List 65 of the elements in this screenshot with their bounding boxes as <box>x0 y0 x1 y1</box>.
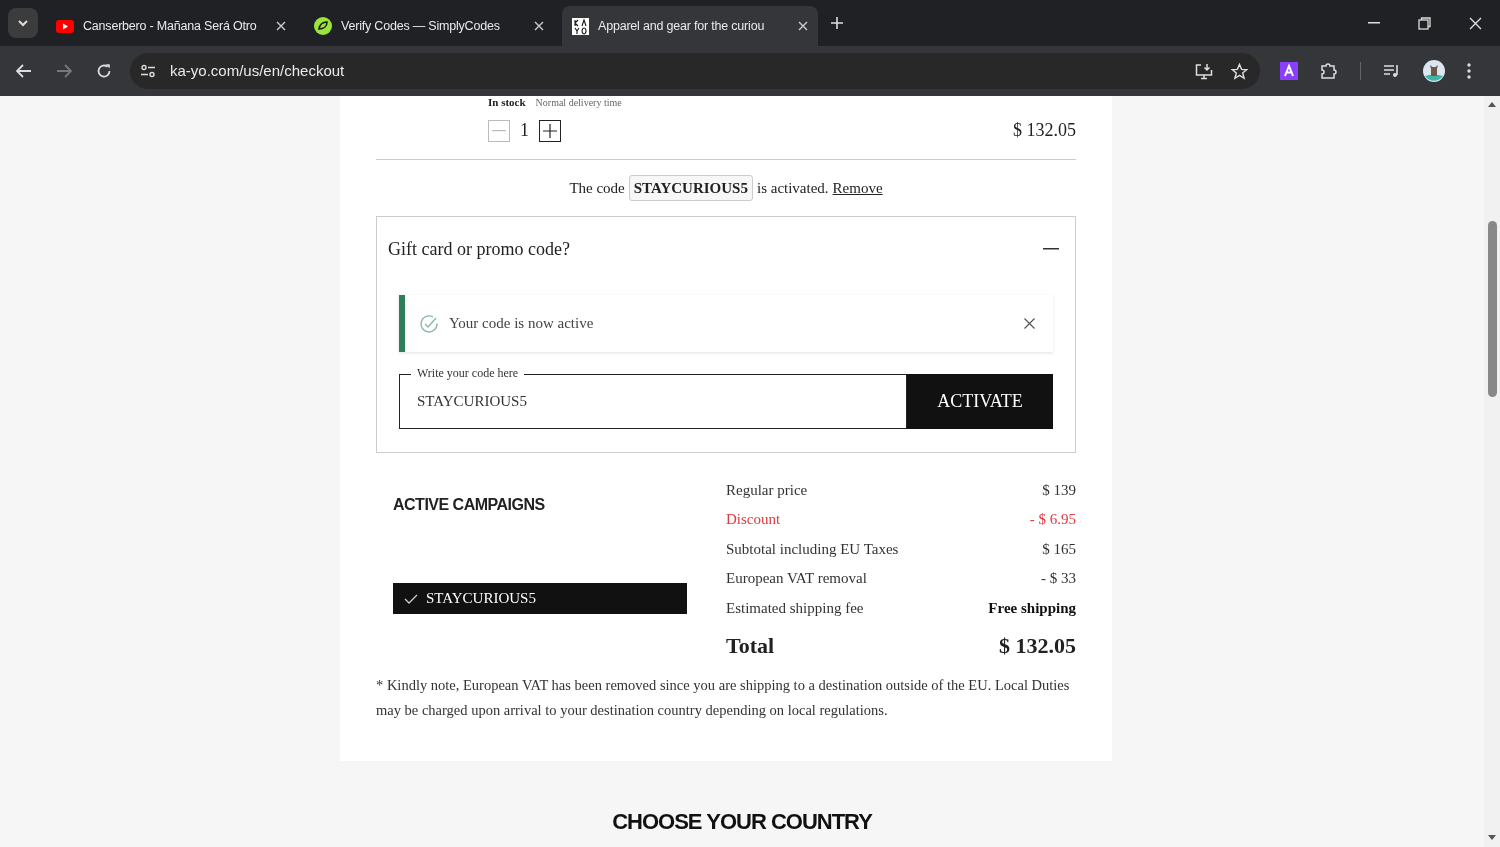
scroll-up-icon[interactable] <box>1488 101 1496 107</box>
section-heading: CHOOSE YOUR COUNTRY <box>612 807 872 836</box>
plus-icon <box>543 123 557 138</box>
video-icon <box>56 19 74 33</box>
promo-title[interactable]: Gift card or promo code? <box>388 235 570 263</box>
summary-value: Free shipping <box>988 598 1076 618</box>
quantity-value: 1 <box>520 119 529 142</box>
new-tab-icon[interactable] <box>830 16 844 30</box>
site-settings-icon[interactable] <box>140 64 156 78</box>
extension-icon[interactable] <box>1280 62 1298 80</box>
summary-label: European VAT removal <box>726 569 867 588</box>
minimize-icon[interactable] <box>1368 22 1380 24</box>
more-icon[interactable] <box>1467 63 1471 79</box>
minus-icon <box>492 129 506 132</box>
summary-value: - $ 33 <box>1041 569 1076 588</box>
summary-label: Estimated shipping fee <box>726 598 864 618</box>
puzzle-icon[interactable] <box>1320 62 1338 80</box>
increase-button[interactable] <box>539 119 561 142</box>
media-icon[interactable] <box>1383 64 1401 78</box>
campaign-code: STAYCURIOUS5 <box>426 589 536 609</box>
scrollbar-thumb[interactable] <box>1487 221 1497 397</box>
summary-value: $ 139 <box>1042 480 1076 500</box>
chevron-down-icon <box>17 19 29 27</box>
tab-title: Apparel and gear for the curiou <box>598 17 765 35</box>
scroll-down-icon[interactable] <box>1488 835 1496 841</box>
summary-value: $ 165 <box>1042 539 1076 559</box>
code-badge: STAYCURIOUS5 <box>628 174 753 202</box>
total-value: $ 132.05 <box>999 632 1076 660</box>
delivery-time: Normal delivery time <box>535 97 622 109</box>
remove-link[interactable]: Remove <box>832 176 883 200</box>
notice-text: The code <box>569 178 625 198</box>
logo-icon <box>572 17 589 35</box>
activate-button[interactable]: ACTIVATE <box>907 374 1053 429</box>
scrollbar-track[interactable] <box>1484 96 1500 847</box>
check-icon <box>404 593 418 604</box>
tab-title: Canserbero - Mañana Será Otro <box>83 17 257 35</box>
vat-note: * Kindly note, European VAT has been removed since you are shipping to a destination outside of the EU. Local Duties may be charged upon arrival to your destination country depending on local regulations. <box>376 675 1071 720</box>
tab-title: Verify Codes — SimplyCodes <box>341 17 500 35</box>
back-icon[interactable] <box>16 64 32 78</box>
forward-icon[interactable] <box>56 64 72 78</box>
browser-tab[interactable]: Apparel and gear for the curiou <box>562 6 818 46</box>
bookmark-star-icon[interactable] <box>1231 62 1248 80</box>
address-bar[interactable]: ka-yo.com/us/en/checkout <box>130 53 1260 89</box>
tab-search-button[interactable] <box>8 8 38 38</box>
item-price: $ 132.05 <box>1013 119 1076 142</box>
alert-message: Your code is now active <box>449 314 594 334</box>
restore-icon[interactable] <box>1418 16 1431 30</box>
total-label: Total <box>726 632 775 660</box>
summary-label: Discount <box>726 510 781 529</box>
install-app-icon[interactable] <box>1195 62 1213 80</box>
reload-icon[interactable] <box>96 63 112 79</box>
campaigns-heading: ACTIVE CAMPAIGNS <box>393 495 546 515</box>
check-circle-icon <box>419 313 439 334</box>
url-text: ka-yo.com/us/en/checkout <box>170 60 345 81</box>
browser-tab[interactable]: Verify Codes — SimplyCodes <box>304 6 554 46</box>
summary-label: Subtotal including EU Taxes <box>726 539 899 559</box>
leaf-icon <box>314 17 332 35</box>
summary-label: Regular price <box>726 480 808 500</box>
stock-status: In stock <box>488 96 526 108</box>
browser-tab[interactable]: Canserbero - Mañana Será Otro <box>46 6 296 46</box>
summary-value: - $ 6.95 <box>1029 510 1076 529</box>
field-label: Write your code here <box>411 366 525 380</box>
notice-text: is activated. <box>756 178 829 198</box>
avatar-icon[interactable] <box>1423 60 1445 82</box>
close-icon[interactable] <box>1024 318 1035 329</box>
